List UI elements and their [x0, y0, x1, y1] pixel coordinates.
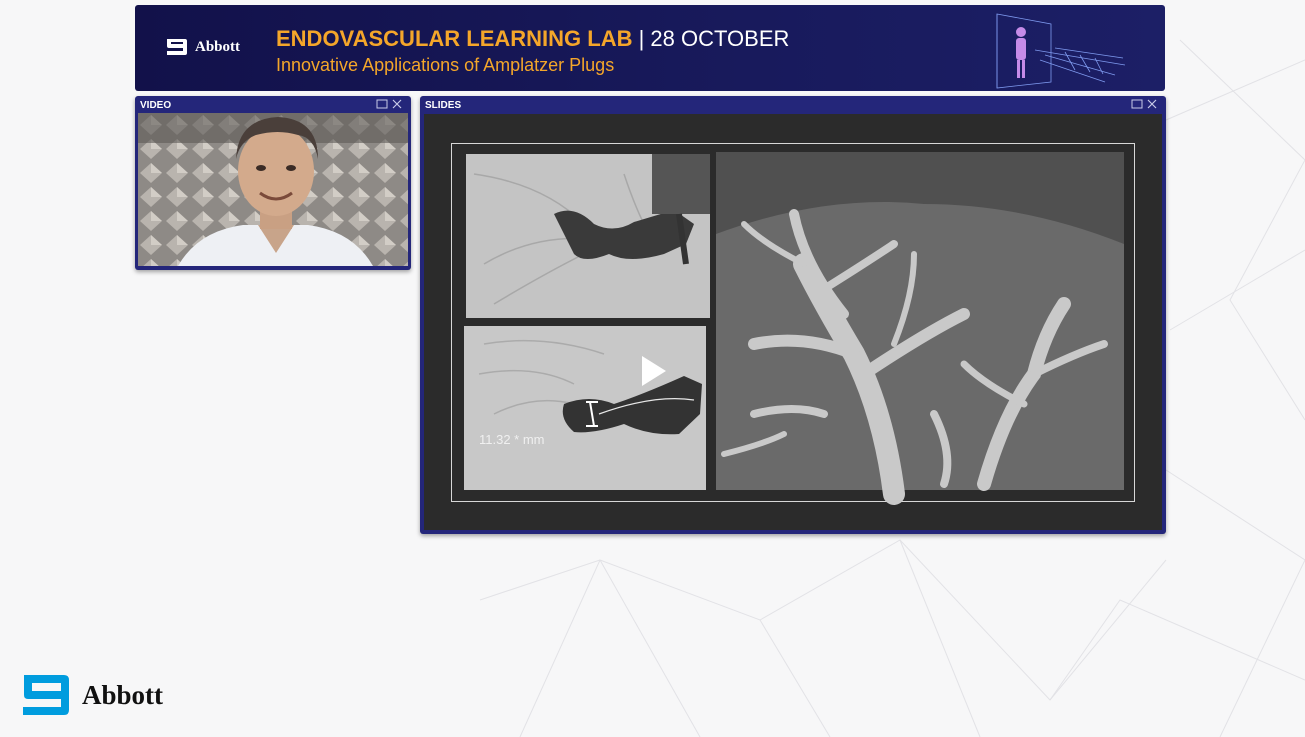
angiogram-top-left: [466, 154, 710, 318]
banner-logo: Abbott: [165, 37, 240, 57]
footer-logo: Abbott: [20, 672, 163, 718]
video-panel[interactable]: VIDEO: [135, 96, 411, 270]
banner-brand: Abbott: [195, 38, 241, 55]
abbott-logo-icon: [167, 39, 187, 55]
presenter-image: [138, 113, 408, 266]
close-icon[interactable]: [392, 99, 402, 109]
banner-subtitle: Innovative Applications of Amplatzer Plu…: [276, 55, 615, 75]
vascular-body-illustration: [996, 13, 1126, 89]
presenter-video[interactable]: [138, 113, 408, 266]
banner-date: | 28 OCTOBER: [632, 26, 790, 51]
slides-panel-title: SLIDES: [425, 100, 462, 111]
footer-brand: Abbott: [82, 679, 164, 710]
slide-content: 11.32 * mm: [464, 152, 1124, 505]
measurement-label: 11.32 * mm: [479, 432, 545, 447]
video-panel-title: VIDEO: [140, 100, 172, 111]
angiogram-bottom-left: 11.32 * mm: [464, 326, 706, 490]
abbott-logo-icon: [23, 675, 69, 715]
slides-panel[interactable]: SLIDES 11.32 * mm: [420, 96, 1166, 534]
angiogram-right: [716, 152, 1124, 505]
banner-title: ENDOVASCULAR LEARNING LAB | 28 OCTOBER: [276, 26, 789, 52]
slide-viewer[interactable]: 11.32 * mm: [424, 114, 1162, 530]
maximize-icon[interactable]: [1131, 99, 1143, 109]
banner-title-text: ENDOVASCULAR LEARNING LAB: [276, 26, 633, 51]
close-icon[interactable]: [1147, 99, 1157, 109]
maximize-icon[interactable]: [376, 99, 388, 109]
event-banner: Abbott ENDOVASCULAR LEARNING LAB | 28 OC…: [135, 5, 1165, 91]
